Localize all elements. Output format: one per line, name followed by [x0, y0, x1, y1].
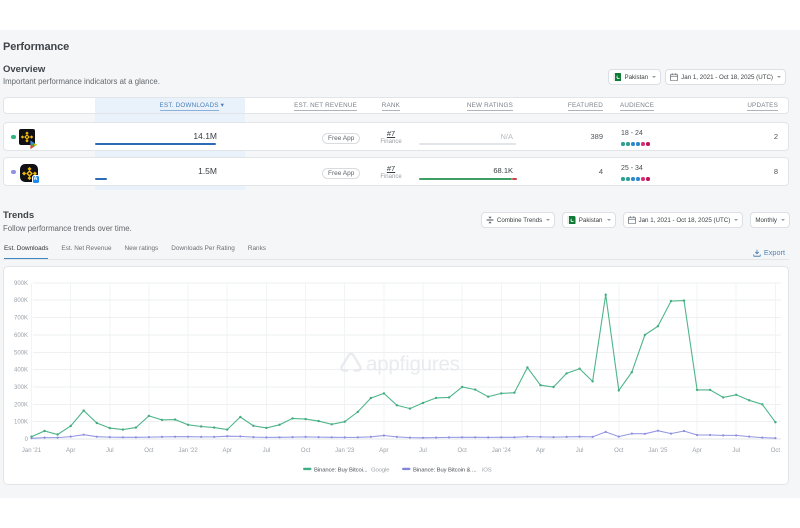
- svg-text:iOS: iOS: [482, 468, 492, 474]
- svg-text:Jul: Jul: [263, 448, 271, 454]
- svg-text:Jan '21: Jan '21: [22, 448, 42, 454]
- svg-text:Jan '22: Jan '22: [179, 448, 199, 454]
- svg-text:700K: 700K: [14, 316, 28, 322]
- svg-text:Oct: Oct: [301, 448, 311, 454]
- svg-text:Jul: Jul: [732, 448, 740, 454]
- svg-text:Oct: Oct: [771, 448, 781, 454]
- svg-text:Jan '25: Jan '25: [648, 448, 668, 454]
- svg-text:Binance: Buy Bitcoin & ...: Binance: Buy Bitcoin & ...: [413, 468, 477, 474]
- svg-text:Google: Google: [371, 468, 390, 474]
- svg-text:Oct: Oct: [614, 448, 624, 454]
- svg-text:Jan '24: Jan '24: [492, 448, 512, 454]
- svg-text:100K: 100K: [14, 420, 28, 426]
- svg-text:Jul: Jul: [576, 448, 584, 454]
- svg-text:800K: 800K: [14, 298, 28, 304]
- svg-text:Binance: Buy Bitcoi...: Binance: Buy Bitcoi...: [314, 468, 368, 474]
- svg-text:Oct: Oct: [458, 448, 468, 454]
- svg-text:Jan '23: Jan '23: [335, 448, 355, 454]
- svg-text:Apr: Apr: [692, 448, 701, 454]
- svg-text:Apr: Apr: [536, 448, 545, 454]
- svg-text:appfigures: appfigures: [366, 353, 460, 376]
- svg-text:Oct: Oct: [144, 448, 154, 454]
- svg-text:Apr: Apr: [66, 448, 75, 454]
- svg-text:600K: 600K: [14, 333, 28, 339]
- svg-text:300K: 300K: [14, 385, 28, 391]
- svg-text:Apr: Apr: [223, 448, 232, 454]
- svg-text:Jul: Jul: [106, 448, 114, 454]
- svg-text:0: 0: [25, 437, 29, 443]
- svg-text:500K: 500K: [14, 350, 28, 356]
- svg-text:Apr: Apr: [379, 448, 388, 454]
- svg-text:400K: 400K: [14, 368, 28, 374]
- svg-text:Jul: Jul: [419, 448, 427, 454]
- svg-text:900K: 900K: [14, 281, 28, 287]
- svg-text:200K: 200K: [14, 402, 28, 408]
